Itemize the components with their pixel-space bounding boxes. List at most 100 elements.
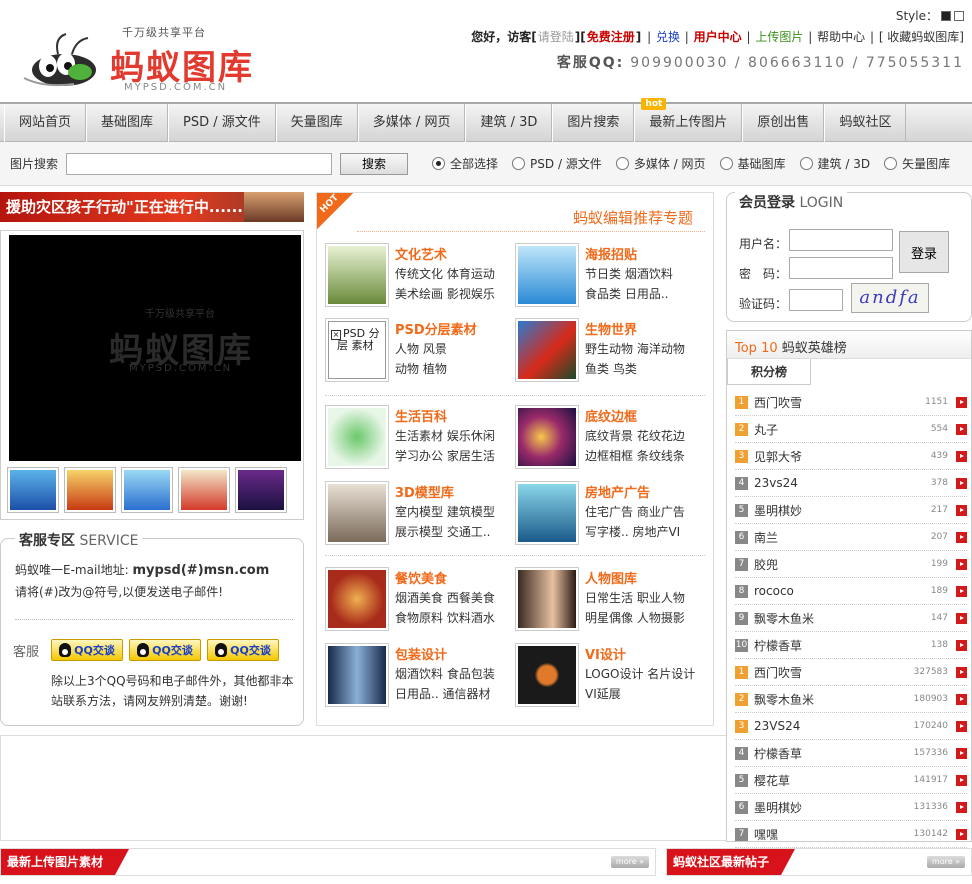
category-links[interactable]: 烟酒美食 西餐美食 [395, 589, 495, 606]
category-name[interactable]: 海报招贴 [585, 244, 637, 263]
rank-user-name[interactable]: 柠檬香草 [754, 637, 931, 654]
radio-checked-icon[interactable] [432, 157, 446, 170]
upload-link[interactable]: 上传图片 [755, 30, 803, 44]
nav-item-latest-upload-wrap[interactable]: hot 最新上传图片 [634, 98, 743, 142]
category-thumbnail[interactable] [515, 318, 579, 382]
category-links[interactable]: 边框相框 条纹线条 [585, 447, 685, 464]
category-links[interactable]: 学习办公 家居生活 [395, 447, 495, 464]
category-links[interactable]: 室内模型 建筑模型 [395, 503, 495, 520]
nav-item-community[interactable]: 蚂蚁社区 [824, 104, 907, 142]
charity-banner[interactable]: 援助灾区孩子行动"正在进行中......... [0, 192, 304, 222]
radio-icon[interactable] [615, 157, 629, 170]
category-name[interactable]: 房地产广告 [585, 482, 650, 501]
nav-item-vector[interactable]: 矢量图库 [275, 104, 358, 142]
category-thumbnail[interactable] [515, 481, 579, 545]
category-name[interactable]: 3D模型库 [395, 482, 454, 501]
category-thumbnail[interactable] [325, 643, 389, 707]
style-light-swatch[interactable] [954, 10, 964, 21]
search-option-vector[interactable]: 矢量图库 [884, 155, 950, 172]
category-name[interactable]: PSD分层素材 [395, 319, 477, 338]
site-logo[interactable]: 千万级共享平台 蚂蚁图库 MYPSD.COM.CN [12, 10, 272, 93]
category-links[interactable]: 烟酒饮料 食品包装 [395, 665, 495, 682]
category-thumbnail[interactable] [325, 405, 389, 469]
login-link[interactable]: 请登陆 [538, 30, 574, 44]
ranking-row[interactable]: 3 23VS24 170240 [735, 713, 967, 740]
category-name[interactable]: VI设计 [585, 644, 626, 663]
arrow-right-icon[interactable] [956, 774, 967, 786]
username-input[interactable] [789, 229, 893, 251]
slideshow-screen[interactable]: 千万级共享平台 蚂蚁图库 MYPSD.COM.CN [9, 235, 301, 461]
ranking-row[interactable]: 6 墨明棋妙 131336 [735, 794, 967, 821]
category-links[interactable]: 明星偶像 人物摄影 [585, 609, 685, 626]
category-links[interactable]: 人物 风景 [395, 340, 447, 357]
nav-item-psd[interactable]: PSD / 源文件 [168, 104, 276, 142]
nav-item-image-search[interactable]: 图片搜索 [552, 104, 635, 142]
rank-user-name[interactable]: 飘零木鱼米 [754, 691, 914, 708]
ranking-row[interactable]: 7 嘿嘿 130142 [735, 821, 967, 848]
help-link[interactable]: 帮助中心 [817, 30, 865, 44]
thumbnail[interactable] [121, 467, 173, 513]
category-name[interactable]: 生物世界 [585, 319, 637, 338]
rank-user-name[interactable]: 丸子 [754, 421, 931, 438]
rank-user-name[interactable]: 23vs24 [754, 476, 931, 490]
category-name[interactable]: 生活百科 [395, 406, 447, 425]
ranking-row[interactable]: 10 柠檬香草 138 [735, 632, 967, 659]
ranking-row[interactable]: 4 柠檬香草 157336 [735, 740, 967, 767]
ranking-row[interactable]: 7 胶兜 199 [735, 551, 967, 578]
category-thumbnail[interactable]: × PSD 分层 素材 [325, 318, 389, 382]
rank-user-name[interactable]: 飘零木鱼米 [754, 610, 931, 627]
arrow-right-icon[interactable] [956, 666, 967, 678]
category-links[interactable]: VI延展 [585, 685, 621, 702]
ranking-row[interactable]: 3 见郭大爷 439 [735, 443, 967, 470]
captcha-input[interactable] [789, 289, 843, 311]
qq-chat-button[interactable]: QQ交谈 [51, 639, 123, 661]
radio-icon[interactable] [884, 157, 898, 170]
arrow-right-icon[interactable] [956, 558, 967, 570]
more-button[interactable]: more » [611, 856, 649, 868]
radio-icon[interactable] [512, 157, 526, 170]
category-thumbnail[interactable] [325, 243, 389, 307]
arrow-right-icon[interactable] [956, 477, 967, 489]
search-button[interactable]: 搜索 [340, 152, 409, 175]
arrow-right-icon[interactable] [956, 396, 967, 408]
rank-user-name[interactable]: 见郭大爷 [754, 448, 931, 465]
thumbnail[interactable] [178, 467, 230, 513]
qq-chat-button[interactable]: QQ交谈 [129, 639, 201, 661]
qq-chat-button[interactable]: QQ交谈 [207, 639, 279, 661]
register-link[interactable]: 免费注册 [587, 30, 635, 44]
category-links[interactable]: 传统文化 体育运动 [395, 265, 495, 282]
category-name[interactable]: 底纹边框 [585, 406, 637, 425]
rank-user-name[interactable]: 西门吹雪 [754, 394, 925, 411]
arrow-right-icon[interactable] [956, 693, 967, 705]
category-links[interactable]: 写字楼.. 房地产VI [585, 523, 680, 540]
rank-user-name[interactable]: 西门吹雪 [754, 664, 914, 681]
search-option-psd[interactable]: PSD / 源文件 [512, 155, 602, 172]
category-thumbnail[interactable] [325, 481, 389, 545]
user-center-link[interactable]: 用户中心 [694, 30, 742, 44]
ranking-row[interactable]: 8 rococo 189 [735, 578, 967, 605]
search-option-multimedia[interactable]: 多媒体 / 网页 [615, 155, 706, 172]
category-name[interactable]: 文化艺术 [395, 244, 447, 263]
category-links[interactable]: 美术绘画 影视娱乐 [395, 285, 495, 302]
rank-user-name[interactable]: 柠檬香草 [754, 745, 914, 762]
rank-user-name[interactable]: 樱花草 [754, 772, 914, 789]
arrow-right-icon[interactable] [956, 450, 967, 462]
category-links[interactable]: 生活素材 娱乐休闲 [395, 427, 495, 444]
category-links[interactable]: 日常生活 职业人物 [585, 589, 685, 606]
category-links[interactable]: 日用品.. 通信器材 [395, 685, 490, 702]
thumbnail[interactable] [64, 467, 116, 513]
category-links[interactable]: 展示模型 交通工.. [395, 523, 490, 540]
style-dark-swatch[interactable] [941, 10, 951, 21]
tab-points-ranking[interactable]: 积分榜 [727, 359, 811, 385]
category-name[interactable]: 包装设计 [395, 644, 447, 663]
thumbnail[interactable] [235, 467, 287, 513]
rank-user-name[interactable]: 23VS24 [754, 719, 914, 733]
category-links[interactable]: 节日类 烟酒饮料 [585, 265, 673, 282]
nav-item-basic-gallery[interactable]: 基础图库 [86, 104, 169, 142]
arrow-right-icon[interactable] [956, 828, 967, 840]
nav-item-latest-upload[interactable]: 最新上传图片 [649, 115, 727, 130]
arrow-right-icon[interactable] [956, 504, 967, 516]
rank-user-name[interactable]: 南兰 [754, 529, 931, 546]
search-input[interactable] [66, 152, 333, 175]
ranking-row[interactable]: 1 西门吹雪 327583 [735, 659, 967, 686]
